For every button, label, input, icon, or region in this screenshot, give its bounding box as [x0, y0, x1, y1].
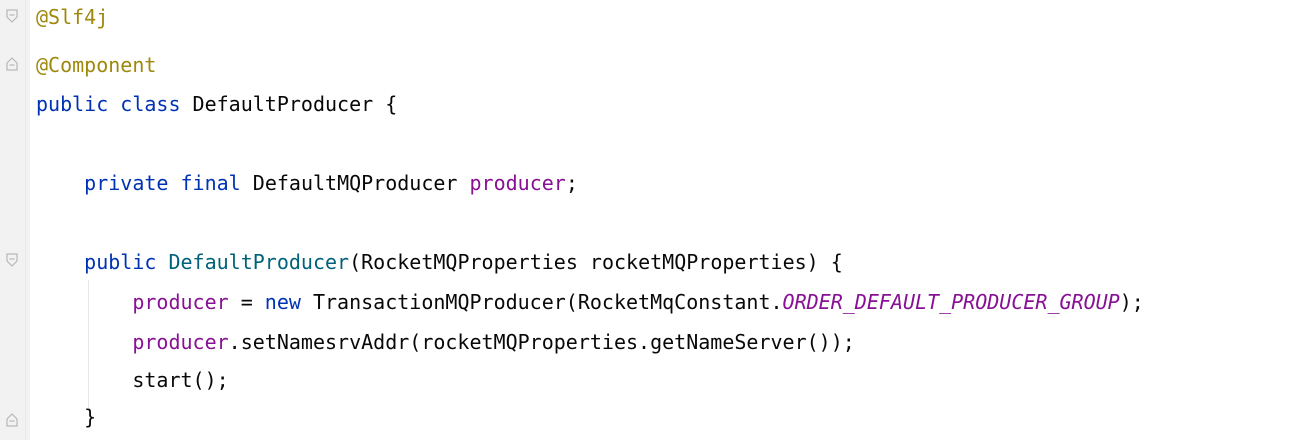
code-line[interactable]: public class DefaultProducer { [36, 89, 397, 119]
code-token: = [228, 290, 265, 314]
code-line[interactable]: private final DefaultMQProducer producer… [36, 168, 578, 198]
code-token: ); [1119, 290, 1144, 314]
code-token: ORDER_DEFAULT_PRODUCER_GROUP [782, 290, 1120, 314]
code-token: } [36, 405, 97, 429]
code-line[interactable]: producer.setNamesrvAddr(rocketMQProperti… [36, 327, 855, 357]
code-editor[interactable]: @Slf4j @Component public class DefaultProd… [0, 0, 1303, 440]
code-line[interactable]: public DefaultProducer(RocketMQPropertie… [36, 247, 843, 277]
code-token: start(); [36, 368, 229, 392]
code-line[interactable]: @Component [36, 50, 156, 80]
fold-open-icon[interactable] [6, 253, 18, 267]
code-token: DefaultProducer { [180, 92, 398, 116]
code-line[interactable]: start(); [36, 365, 229, 395]
fold-close-icon[interactable] [6, 413, 18, 427]
code-token: private [84, 171, 169, 195]
code-token: @Slf4j [36, 5, 109, 29]
code-token: public [84, 250, 157, 274]
code-token: @Component [36, 53, 157, 77]
gutter-divider [25, 0, 26, 440]
code-token: producer [132, 290, 229, 314]
fold-close-icon[interactable] [6, 57, 18, 71]
code-line[interactable]: producer = new TransactionMQProducer(Roc… [36, 287, 1144, 317]
code-token: producer [469, 171, 566, 195]
fold-open-icon[interactable] [6, 9, 18, 23]
code-token: ; [565, 171, 578, 195]
code-token: final [180, 171, 241, 195]
code-line[interactable]: } [36, 402, 96, 432]
code-token: DefaultProducer [168, 250, 350, 274]
code-token: TransactionMQProducer(RocketMqConstant. [300, 290, 783, 314]
code-token: public [36, 92, 109, 116]
code-token: .setNamesrvAddr(rocketMQProperties.getNa… [228, 330, 855, 354]
code-token: new [264, 290, 301, 314]
code-token: class [120, 92, 181, 116]
code-line[interactable]: @Slf4j [36, 2, 108, 32]
code-token: (RocketMQProperties rocketMQProperties) … [349, 250, 843, 274]
code-token: DefaultMQProducer [240, 171, 470, 195]
code-token: producer [132, 330, 229, 354]
